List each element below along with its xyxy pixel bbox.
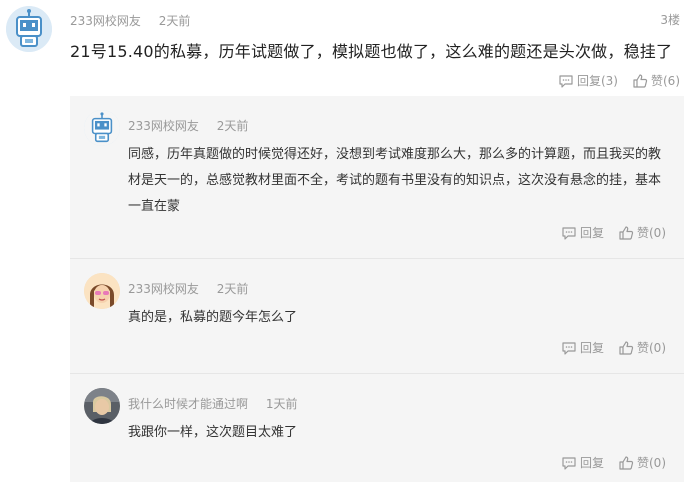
reply-actions: 回复 赞 (0) xyxy=(547,339,666,356)
comment-icon xyxy=(562,226,576,240)
reply-time: 1天前 xyxy=(265,397,298,411)
like-label: 赞 xyxy=(636,341,649,355)
reply-content: 我跟你一样，这次题目太难了 xyxy=(128,425,298,440)
reply-label: 回复 xyxy=(576,74,601,88)
reply-time: 2天前 xyxy=(216,282,249,296)
photo-avatar-icon[interactable] xyxy=(84,388,120,424)
reply-count: (3) xyxy=(600,73,618,88)
like-button[interactable]: 赞 (0) xyxy=(618,339,666,356)
like-count: (0) xyxy=(649,455,666,470)
reply-label: 回复 xyxy=(579,226,604,240)
comment-icon xyxy=(559,74,573,88)
divider xyxy=(70,373,684,374)
like-count: (0) xyxy=(649,340,666,355)
divider xyxy=(70,258,684,259)
reply-username[interactable]: 233网校网友 xyxy=(128,282,199,296)
reply-content: 真的是，私募的题今年怎么了 xyxy=(128,310,298,325)
like-label: 赞 xyxy=(636,456,649,470)
reply-label: 回复 xyxy=(579,456,604,470)
comment-icon xyxy=(562,341,576,355)
like-button[interactable]: 赞 (0) xyxy=(618,224,666,241)
reply-actions: 回复 赞 (0) xyxy=(547,454,666,471)
post-content: 21号15.40的私募，历年试题做了，模拟题也做了，这么难的题还是头次做，稳挂了 xyxy=(70,42,673,61)
reply-meta: 我什么时候才能通过啊 1天前 xyxy=(128,395,297,412)
like-button[interactable]: 赞 (6) xyxy=(632,72,680,89)
replies-panel: 233网校网友 2天前 同感，历年真题做的时候觉得还好，没想到考试难度那么大，那… xyxy=(70,96,684,482)
reply-button[interactable]: 回复 xyxy=(561,339,604,356)
reply-time: 2天前 xyxy=(216,119,249,133)
robot-avatar-icon[interactable] xyxy=(84,110,120,146)
post-meta: 233网校网友 2天前 xyxy=(70,12,190,29)
reply-meta: 233网校网友 2天前 xyxy=(128,117,248,134)
comment-icon xyxy=(562,456,576,470)
post-username[interactable]: 233网校网友 xyxy=(70,14,141,28)
post-time: 2天前 xyxy=(158,14,191,28)
robot-avatar-icon[interactable] xyxy=(6,6,52,52)
reply-button[interactable]: 回复 (3) xyxy=(558,72,618,89)
comment-post: 233网校网友 2天前 3楼 21号15.40的私募，历年试题做了，模拟题也做了… xyxy=(0,0,684,482)
girl-avatar-icon[interactable] xyxy=(84,273,120,309)
post-actions: 回复 (3) 赞 (6) xyxy=(544,72,680,89)
reply-meta: 233网校网友 2天前 xyxy=(128,280,248,297)
reply-label: 回复 xyxy=(579,341,604,355)
reply-actions: 回复 赞 (0) xyxy=(547,224,666,241)
reply-content: 同感，历年真题做的时候觉得还好，没想到考试难度那么大，那么多的计算题，而且我买的… xyxy=(128,147,662,214)
reply-button[interactable]: 回复 xyxy=(561,454,604,471)
like-label: 赞 xyxy=(650,74,663,88)
like-count: (0) xyxy=(649,225,666,240)
thumbs-up-icon xyxy=(619,225,634,240)
reply-username[interactable]: 我什么时候才能通过啊 xyxy=(128,397,248,411)
reply-username[interactable]: 233网校网友 xyxy=(128,119,199,133)
thumbs-up-icon xyxy=(633,73,648,88)
like-button[interactable]: 赞 (0) xyxy=(618,454,666,471)
like-count: (6) xyxy=(663,73,680,88)
thumbs-up-icon xyxy=(619,340,634,355)
like-label: 赞 xyxy=(636,226,649,240)
thumbs-up-icon xyxy=(619,455,634,470)
reply-button[interactable]: 回复 xyxy=(561,224,604,241)
floor-number: 3楼 xyxy=(660,13,680,27)
